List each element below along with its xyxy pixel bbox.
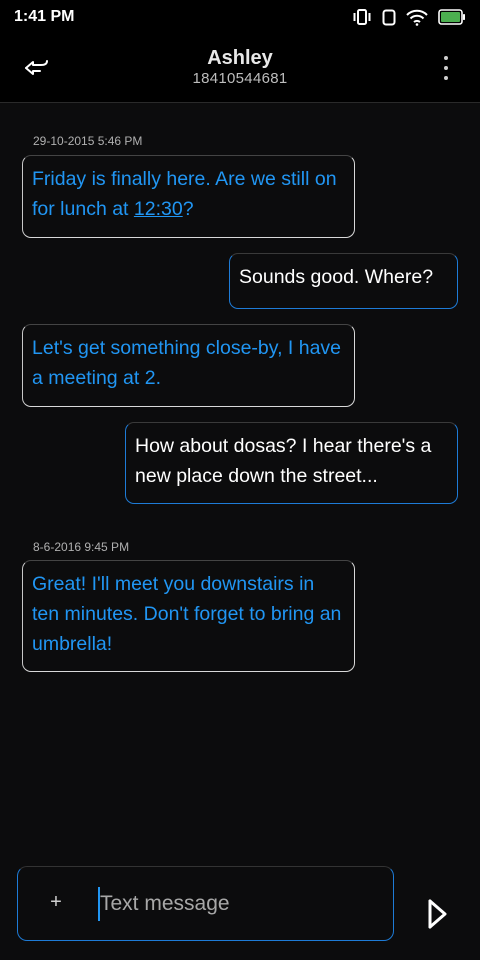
time-link[interactable]: 12:30 <box>134 198 183 220</box>
incoming-message[interactable]: Let's get something close-by, I have a m… <box>22 324 355 407</box>
status-time: 1:41 PM <box>14 8 75 25</box>
incoming-message[interactable]: Great! I'll meet you downstairs in ten m… <box>22 560 355 672</box>
conversation-header: Ashley 18410544681 <box>0 34 480 103</box>
battery-icon <box>438 9 466 25</box>
status-bar: 1:41 PM <box>0 0 480 34</box>
contact-name: Ashley <box>207 47 273 69</box>
outgoing-message[interactable]: Sounds good. Where? <box>229 253 458 309</box>
incoming-message[interactable]: Friday is finally here. Are we still on … <box>22 155 355 238</box>
messaging-screen: 1:41 PM Ashley 18410544681 29-10-2015 5:… <box>0 0 480 960</box>
more-vert-icon <box>444 56 448 60</box>
message-input[interactable] <box>98 887 378 921</box>
message-list[interactable]: 29-10-2015 5:46 PM Friday is finally her… <box>0 102 480 860</box>
status-icons <box>352 9 466 26</box>
message-timestamp: 8-6-2016 9:45 PM <box>33 540 130 554</box>
send-button[interactable] <box>424 898 450 930</box>
wifi-icon <box>406 9 428 26</box>
sim-icon <box>382 9 396 26</box>
compose-bar: + <box>17 866 394 941</box>
contact-info[interactable]: Ashley 18410544681 <box>0 46 480 88</box>
vibrate-icon <box>352 9 372 25</box>
contact-number: 18410544681 <box>192 70 288 87</box>
outgoing-message[interactable]: How about dosas? I hear there's a new pl… <box>125 422 458 504</box>
message-timestamp: 29-10-2015 5:46 PM <box>33 134 143 148</box>
attach-button[interactable]: + <box>46 889 66 915</box>
send-icon <box>428 899 447 929</box>
more-options-button[interactable] <box>442 56 450 80</box>
